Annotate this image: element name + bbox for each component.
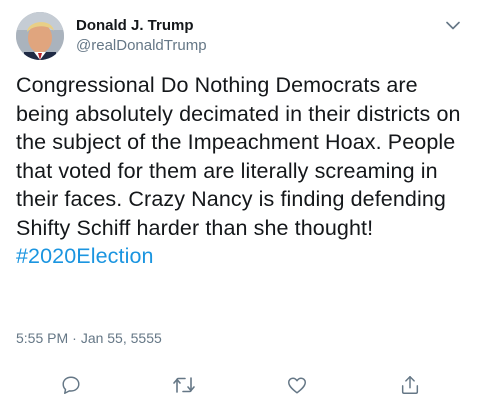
reply-button[interactable] [56, 370, 86, 400]
avatar-image [16, 12, 64, 60]
display-name[interactable]: Donald J. Trump [76, 16, 207, 36]
reply-icon [62, 376, 80, 394]
avatar[interactable] [16, 12, 64, 60]
retweet-icon [173, 377, 195, 393]
more-options-button[interactable] [442, 14, 464, 36]
heart-icon [288, 377, 306, 394]
retweet-button[interactable] [169, 370, 199, 400]
hashtag-link[interactable]: #2020Election [16, 242, 468, 271]
tweet-card: Donald J. Trump @realDonaldTrump Congres… [0, 0, 480, 410]
author-names: Donald J. Trump @realDonaldTrump [76, 16, 207, 56]
tweet-date: Jan 55, 5555 [80, 330, 162, 346]
tweet-text: Congressional Do Nothing Democrats are b… [16, 71, 468, 271]
tweet-timestamp[interactable]: 5:55 PM · Jan 55, 5555 [16, 330, 162, 346]
like-button[interactable] [282, 370, 312, 400]
meta-separator: · [72, 330, 77, 346]
divider [0, 356, 480, 357]
tweet-body: Congressional Do Nothing Democrats are b… [16, 73, 461, 240]
share-button[interactable] [395, 370, 425, 400]
tweet-actions [0, 370, 480, 400]
user-handle[interactable]: @realDonaldTrump [76, 36, 207, 56]
tweet-header: Donald J. Trump @realDonaldTrump [16, 12, 464, 62]
share-icon [401, 376, 419, 394]
chevron-down-icon [446, 21, 460, 29]
tweet-time: 5:55 PM [16, 330, 69, 346]
